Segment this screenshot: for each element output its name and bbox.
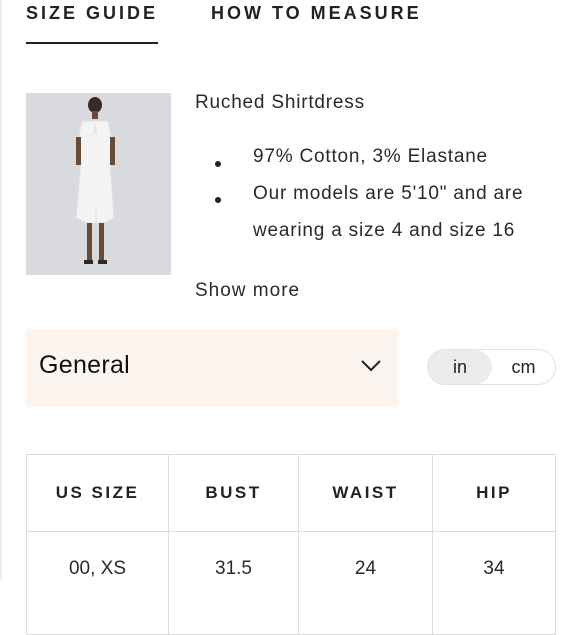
table-header-row: US SIZE BUST WAIST HIP [26, 454, 556, 532]
product-detail-model-size: wearing a size 4 and size 16 [253, 220, 516, 241]
table-cell: 00, XS [26, 531, 169, 635]
size-chart-table: US SIZE BUST WAIST HIP 00, XS 31.5 24 34 [26, 454, 556, 635]
product-title: Ruched Shirtdress [195, 92, 365, 113]
product-detail-fabric: 97% Cotton, 3% Elastane [253, 146, 488, 167]
fit-dropdown[interactable]: General [26, 329, 398, 407]
tab-size-guide[interactable]: SIZE GUIDE [26, 3, 158, 24]
column-header-bust: BUST [168, 454, 299, 532]
show-more-link[interactable]: Show more [195, 280, 300, 302]
tab-how-to-measure[interactable]: HOW TO MEASURE [211, 3, 422, 24]
model-photo-illustration [26, 93, 171, 275]
unit-option-in[interactable]: in [428, 350, 492, 384]
product-detail-model-height: Our models are 5'10" and are [253, 183, 524, 204]
column-header-us-size: US SIZE [26, 454, 169, 532]
fit-dropdown-value: General [39, 351, 131, 379]
product-image [26, 93, 171, 275]
column-header-hip: HIP [432, 454, 556, 532]
unit-option-cm[interactable]: cm [492, 350, 555, 384]
active-tab-indicator [26, 42, 158, 44]
table-row: 00, XS 31.5 24 34 [26, 531, 556, 635]
chevron-down-icon [361, 360, 381, 372]
table-cell: 34 [432, 531, 556, 635]
bullet-dot [215, 161, 221, 167]
bullet-dot [215, 197, 221, 203]
table-cell: 24 [298, 531, 433, 635]
table-cell: 31.5 [168, 531, 299, 635]
column-header-waist: WAIST [298, 454, 433, 532]
unit-toggle: in cm [427, 349, 556, 385]
left-border [0, 0, 2, 580]
